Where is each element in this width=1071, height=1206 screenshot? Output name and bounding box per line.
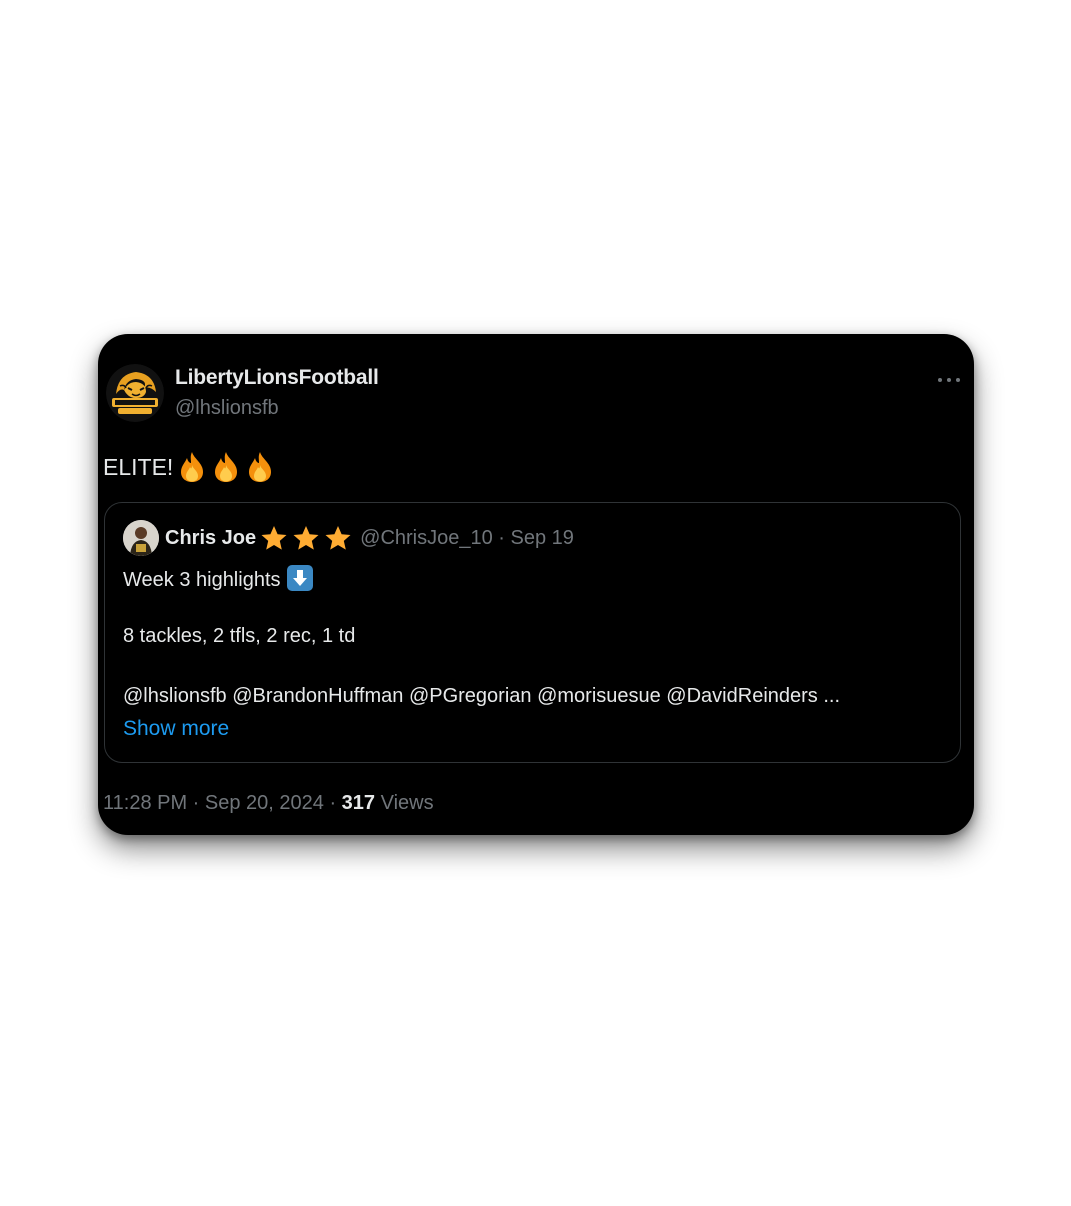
fire-icon (177, 451, 207, 483)
views-count: 317 (341, 792, 376, 814)
quoted-tweet[interactable]: Chris Joe @ChrisJoe_10 · Sep 19 Week 3 h… (104, 502, 961, 763)
quote-line-2: 8 tackles, 2 tfls, 2 rec, 1 td (123, 625, 356, 647)
star-icon (324, 525, 352, 551)
down-arrow-icon (286, 565, 313, 591)
quote-line-1-text: Week 3 highlights (123, 569, 281, 591)
quote-header: Chris Joe @ChrisJoe_10 · Sep 19 (165, 525, 574, 551)
quote-line-1: Week 3 highlights (123, 565, 313, 592)
show-more-link[interactable]: Show more (123, 717, 229, 741)
fire-icon (245, 451, 275, 483)
timestamp[interactable]: 11:28 PM · Sep 20, 2024 · (103, 792, 342, 814)
display-name[interactable]: LibertyLionsFootball (175, 366, 379, 390)
user-handle[interactable]: @lhslionsfb (175, 397, 279, 420)
lion-logo-avatar[interactable] (106, 364, 164, 422)
views-label: Views (375, 792, 434, 814)
quote-handle-date: @ChrisJoe_10 · Sep 19 (360, 526, 574, 549)
quote-display-name[interactable]: Chris Joe (165, 527, 256, 550)
quote-line-3[interactable]: @lhslionsfb @BrandonHuffman @PGregorian … (123, 685, 840, 708)
more-options-icon[interactable] (936, 372, 962, 388)
tweet-body: ELITE! (103, 453, 174, 480)
tweet-meta: 11:28 PM · Sep 20, 2024 · 317 Views (103, 792, 434, 815)
star-icon (292, 525, 320, 551)
quote-avatar[interactable] (123, 520, 159, 556)
tweet-card[interactable]: LibertyLionsFootball @lhslionsfb ELITE! … (98, 334, 974, 835)
fire-icon (211, 451, 241, 483)
star-icon (260, 525, 288, 551)
tweet-text: ELITE! (103, 451, 275, 483)
